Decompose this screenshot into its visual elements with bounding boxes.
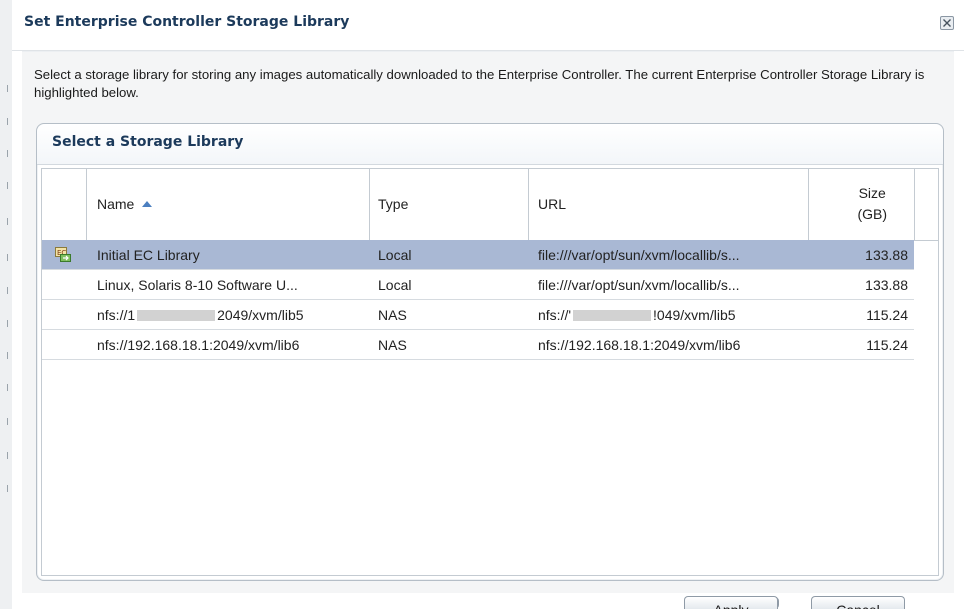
column-name-label: Name [97,196,135,212]
close-icon[interactable] [940,16,954,30]
row-type: NAS [378,307,407,323]
row-size: 133.88 [865,247,908,263]
redacted-text [137,310,216,321]
cancel-button[interactable]: Cancel [811,596,905,609]
row-url: nfs://' !049/xvm/lib5 [538,307,736,323]
row-url: nfs://192.168.18.1:2049/xvm/lib6 [538,337,741,353]
table-row[interactable]: nfs://192.168.18.1:2049/xvm/lib6 NAS nfs… [42,330,914,360]
storage-library-dialog: Set Enterprise Controller Storage Librar… [12,0,964,609]
column-url-label: URL [538,196,567,212]
row-type: Local [378,277,412,293]
table-row[interactable]: nfs://1 2049/xvm/lib5 NAS nfs://' !049/xvm… [42,300,914,330]
apply-button[interactable]: Apply [684,596,778,609]
sort-ascending-icon[interactable] [142,201,153,207]
dialog-title-bar: Set Enterprise Controller Storage Librar… [12,0,964,50]
storage-library-panel: Select a Storage Library Name Type URL S… [36,123,944,581]
redacted-text [573,310,652,321]
dialog-title: Set Enterprise Controller Storage Librar… [24,14,350,30]
row-size: 115.24 [866,337,908,353]
row-size: 133.88 [865,277,908,293]
column-header-size[interactable]: Size (GB) [809,169,915,240]
column-header-spacer [915,169,938,240]
column-header-icon [42,169,87,240]
table-header: Name Type URL Size (GB) [42,169,938,241]
row-name: Linux, Solaris 8-10 Software U... [97,277,298,293]
column-header-name[interactable]: Name [87,169,370,240]
row-type: Local [378,247,412,263]
row-url: file:///var/opt/sun/xvm/locallib/s... [538,277,740,293]
row-size: 115.24 [866,307,908,323]
row-type: NAS [378,337,407,353]
column-header-type[interactable]: Type [370,169,529,240]
dialog-content: Select a storage library for storing any… [22,51,954,594]
dialog-description: Select a storage library for storing any… [34,67,925,100]
panel-title: Select a Storage Library [52,134,244,150]
column-header-url[interactable]: URL [529,169,809,240]
ec-library-icon: EC [55,247,71,262]
row-name: Initial EC Library [97,247,200,263]
column-size-unit: (GB) [857,206,887,222]
panel-header: Select a Storage Library [37,124,943,165]
table-row[interactable]: EC Initial EC Library Local file:///var/… [42,240,914,270]
column-size-label: Size [858,185,886,201]
row-url: file:///var/opt/sun/xvm/locallib/s... [538,247,740,263]
row-name: nfs://1 2049/xvm/lib5 [97,307,304,323]
storage-library-table: Name Type URL Size (GB) EC Initial EC Li… [41,168,939,576]
column-type-label: Type [378,196,409,212]
table-row[interactable]: Linux, Solaris 8-10 Software U... Local … [42,270,914,300]
row-name: nfs://192.168.18.1:2049/xvm/lib6 [97,337,300,353]
